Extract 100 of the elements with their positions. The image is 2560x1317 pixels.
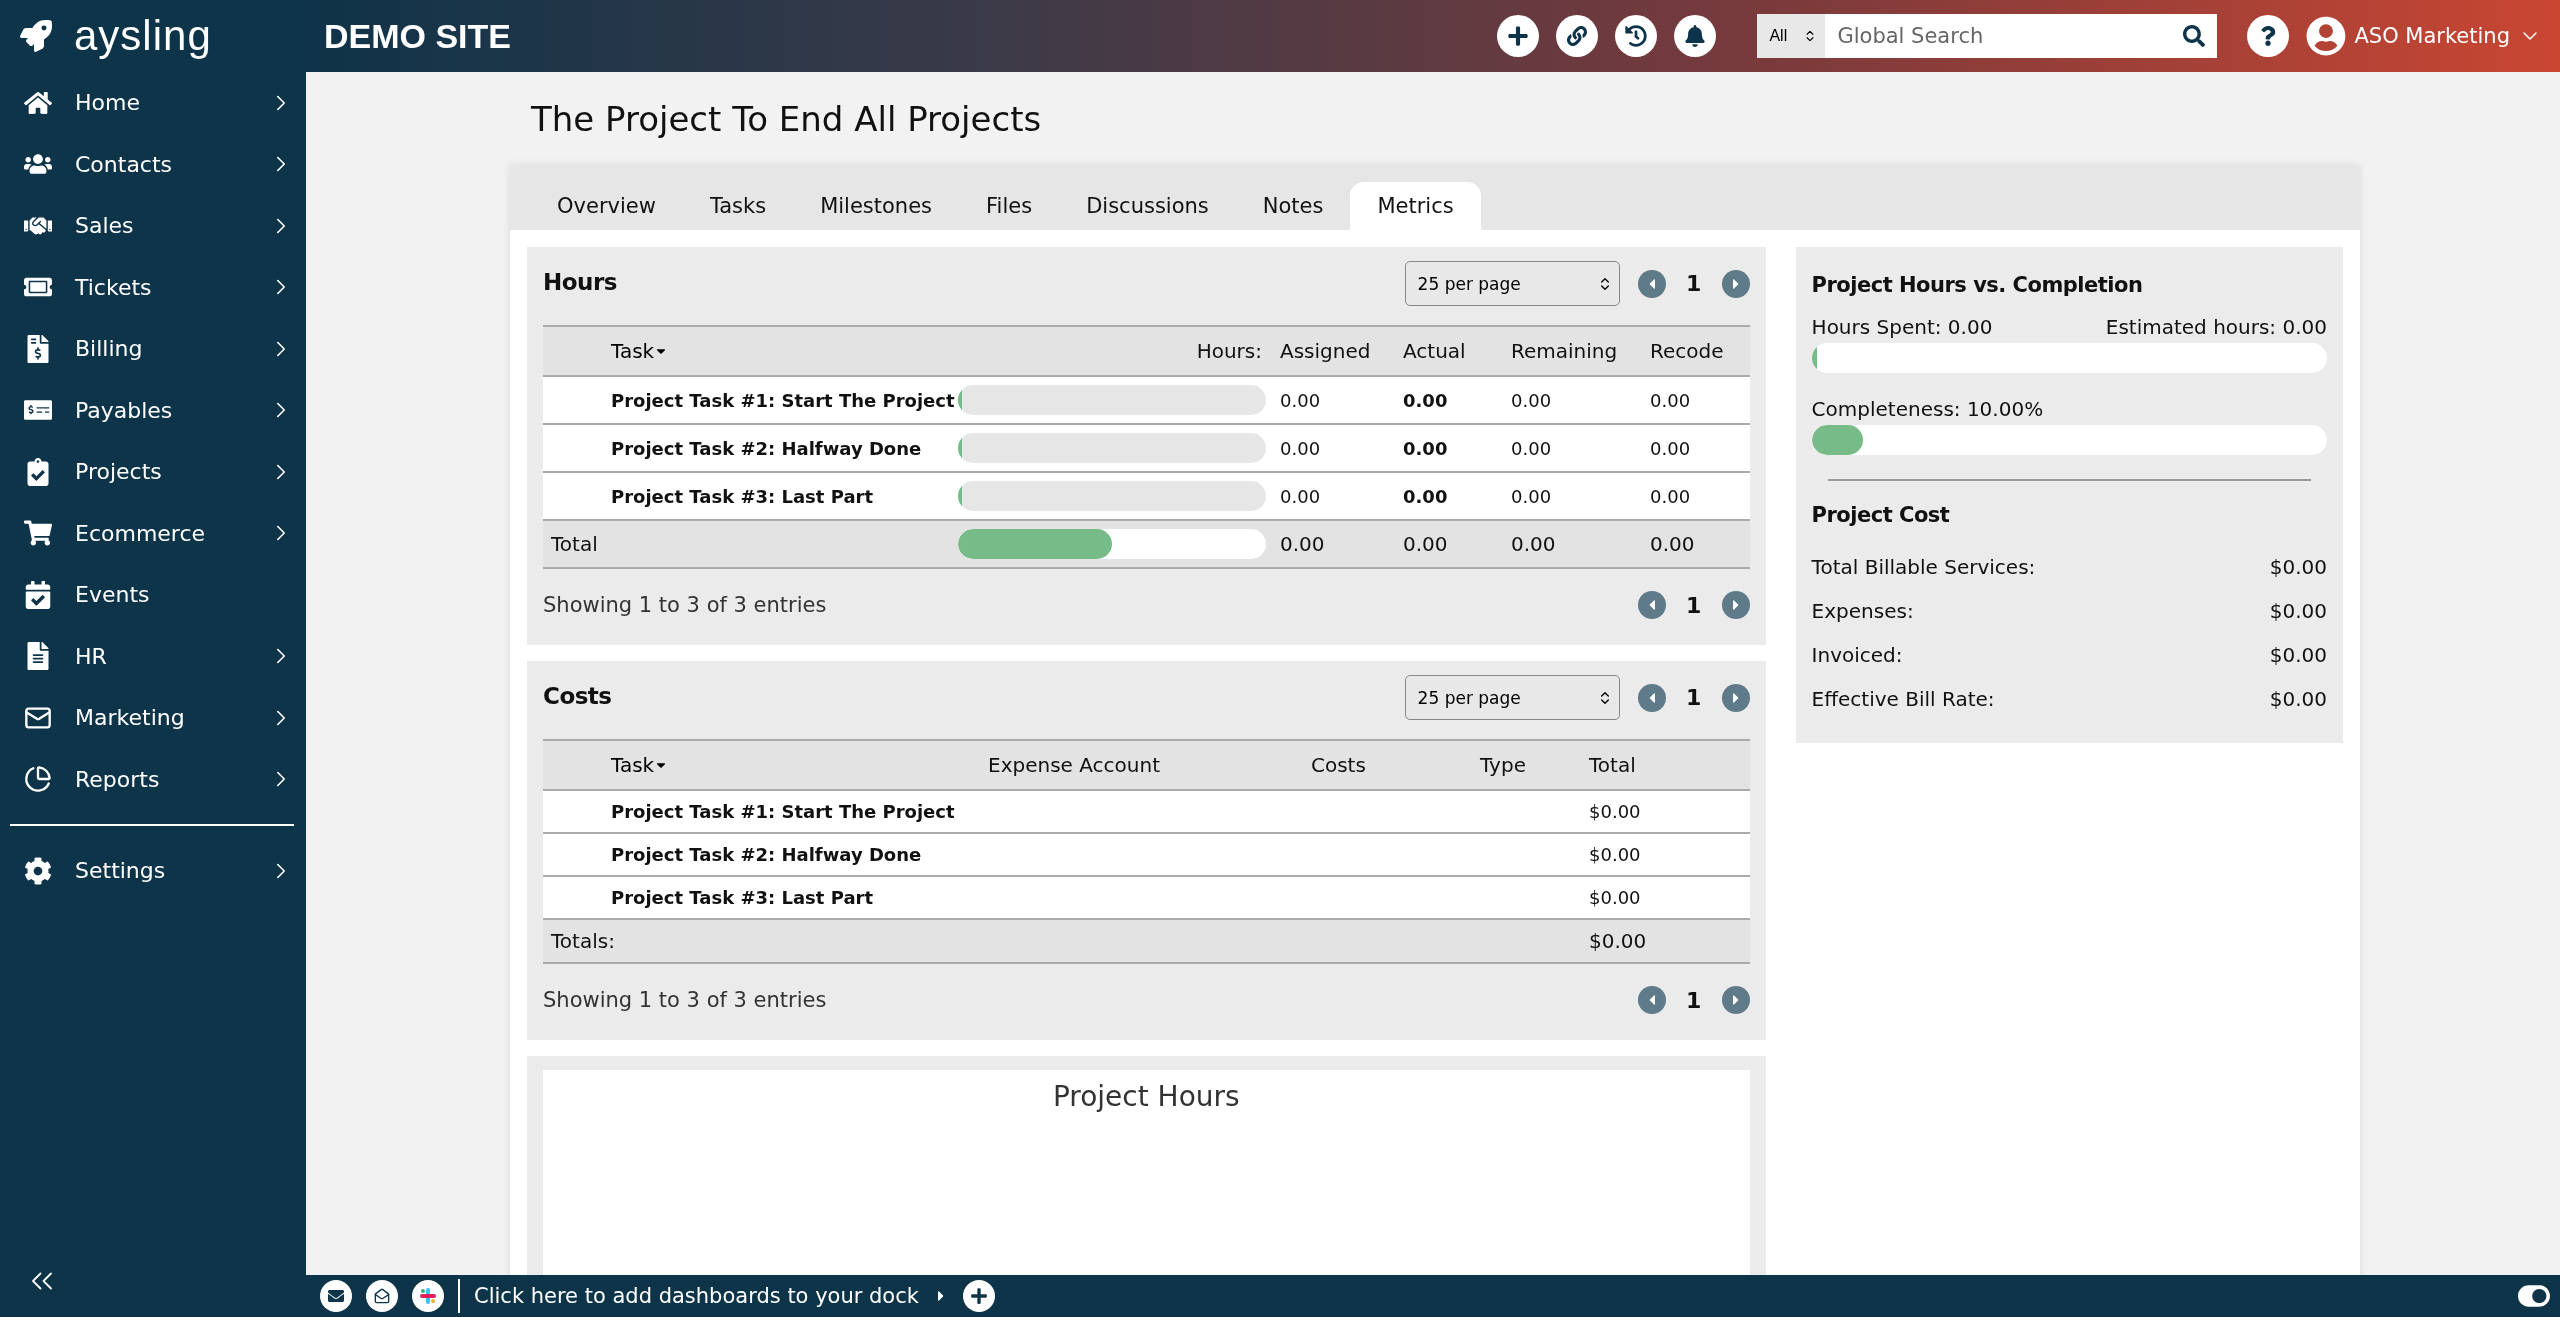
table-cell-text: 0.00: [1403, 532, 1449, 556]
sidebar-item[interactable]: Reports: [0, 748, 306, 810]
table-cell-text: 0.00: [1403, 485, 1449, 507]
user-menu[interactable]: ASO Marketing: [2306, 16, 2542, 56]
table-cell-text: 0.00: [1403, 389, 1449, 411]
table-cell-text: $0.00: [1589, 887, 1642, 908]
column-header: Remaining: [1511, 339, 1619, 363]
sidebar-item[interactable]: Payables: [0, 379, 306, 441]
tab[interactable]: Metrics: [1350, 182, 1481, 230]
table-cell-text: $0.00: [1589, 929, 1648, 953]
sidebar-item-label: Tickets: [75, 274, 153, 300]
sidebar-item[interactable]: Billing: [0, 318, 306, 380]
next-page-button[interactable]: [1721, 591, 1750, 619]
history-button[interactable]: [1615, 15, 1658, 57]
per-page-select[interactable]: 25 per page: [1404, 261, 1620, 306]
tab[interactable]: Overview: [530, 182, 683, 230]
next-page-button[interactable]: [1721, 269, 1750, 298]
table-cell-text: 0.00: [1511, 389, 1553, 411]
table-cell-text: 0.00: [1650, 485, 1692, 507]
section-title: Project Hours vs. Completion: [1811, 273, 2144, 297]
plus-icon: [969, 1287, 988, 1305]
cost-label: Invoiced:: [1811, 643, 1903, 667]
per-page-select[interactable]: 25 per page: [1404, 675, 1620, 720]
user-avatar-icon: [2306, 16, 2347, 56]
table-cell-text: 0.00: [1280, 532, 1326, 556]
previous-page-button[interactable]: [1637, 683, 1666, 712]
table-cell-text: 0.00: [1280, 389, 1322, 411]
logo[interactable]: aysling: [74, 12, 212, 60]
sidebar-item[interactable]: Events: [0, 564, 306, 626]
column-header[interactable]: Task: [543, 753, 669, 777]
column-header[interactable]: Task: [543, 339, 669, 363]
search-scope-select[interactable]: All: [1757, 14, 1826, 58]
table-cell-text: $0.00: [1589, 801, 1642, 822]
cost-label: Expenses:: [1811, 599, 1914, 623]
task-name: Project Task #2: Halfway Done: [610, 844, 923, 865]
link-button[interactable]: [1556, 15, 1599, 57]
open-envelope-icon: [374, 1288, 390, 1304]
cost-label: Total Billable Services:: [1811, 555, 2036, 579]
table-cell-text: 0.00: [1650, 389, 1692, 411]
hours-spent: Hours Spent: 0.00: [1811, 315, 1993, 339]
sidebar-item-label: Home: [75, 90, 141, 116]
previous-page-button[interactable]: [1637, 269, 1666, 298]
tab[interactable]: Milestones: [793, 182, 960, 230]
sidebar-item[interactable]: HR: [0, 625, 306, 687]
sidebar-item-label: Sales: [75, 213, 135, 239]
page-number: 1: [1684, 987, 1703, 1013]
sidebar-item-label: Contacts: [75, 151, 174, 177]
notifications-button[interactable]: [1674, 15, 1717, 57]
previous-page-button[interactable]: [1637, 986, 1666, 1014]
global-search-field[interactable]: Global Search: [1825, 14, 2218, 58]
add-button[interactable]: [1497, 15, 1540, 57]
previous-page-button[interactable]: [1637, 591, 1666, 619]
sidebar-item[interactable]: Tickets: [0, 256, 306, 318]
sidebar-item[interactable]: Home: [0, 72, 306, 134]
section-title: Hours: [543, 269, 617, 295]
tab[interactable]: Files: [959, 182, 1060, 230]
sidebar-item-label: Reports: [75, 766, 161, 792]
page-number: 1: [1684, 271, 1703, 296]
sidebar-item[interactable]: Marketing: [0, 687, 306, 749]
page-title: The Project To End All Projects: [531, 97, 1043, 141]
help-button[interactable]: [2247, 15, 2290, 57]
cost-value: $0.00: [2269, 643, 2327, 667]
section-title: Costs: [543, 683, 612, 709]
add-dashboard-button[interactable]: [962, 1280, 995, 1312]
entries-info: Showing 1 to 3 of 3 entries: [543, 988, 827, 1012]
add-dashboards-link[interactable]: Click here to add dashboards to your dock: [474, 1284, 919, 1308]
history-icon: [1625, 25, 1648, 47]
email-list-button[interactable]: [366, 1280, 398, 1312]
section-title: Project Cost: [1811, 503, 1951, 527]
mail-button[interactable]: [320, 1280, 352, 1312]
chat-app-button[interactable]: [412, 1280, 444, 1312]
table-cell-text: $0.00: [1589, 844, 1642, 865]
column-header: Type: [1480, 753, 1527, 777]
rocket-icon: [20, 20, 52, 52]
tab[interactable]: Tasks: [682, 182, 794, 230]
sidebar-item[interactable]: Sales: [0, 195, 306, 257]
cost-value: $0.00: [2269, 687, 2327, 711]
cost-label: Effective Bill Rate:: [1811, 687, 1995, 711]
sidebar-item-label: HR: [75, 643, 108, 669]
task-name: Project Task #1: Start The Project: [610, 389, 956, 411]
totals-label: Totals:: [550, 929, 616, 953]
tab[interactable]: Discussions: [1059, 182, 1236, 230]
next-page-button[interactable]: [1721, 986, 1750, 1014]
sidebar-item[interactable]: Settings: [0, 840, 306, 902]
column-header: Actual: [1403, 339, 1467, 363]
cost-value: $0.00: [2269, 599, 2327, 623]
tab[interactable]: Notes: [1235, 182, 1351, 230]
next-page-button[interactable]: [1721, 683, 1750, 712]
table-cell-text: 0.00: [1511, 437, 1553, 459]
bell-icon: [1684, 25, 1707, 47]
column-header: Total: [1589, 753, 1637, 777]
task-name: Project Task #3: Last Part: [610, 887, 875, 908]
page-number: 1: [1684, 685, 1703, 710]
link-icon: [1567, 26, 1588, 46]
completeness: Completeness: 10.00%: [1811, 397, 2044, 421]
sidebar-item[interactable]: Projects: [0, 441, 306, 503]
sidebar-item[interactable]: Ecommerce: [0, 502, 306, 564]
sidebar-item[interactable]: Contacts: [0, 133, 306, 195]
column-header: Assigned: [1280, 339, 1372, 363]
search-icon[interactable]: [2183, 25, 2206, 47]
